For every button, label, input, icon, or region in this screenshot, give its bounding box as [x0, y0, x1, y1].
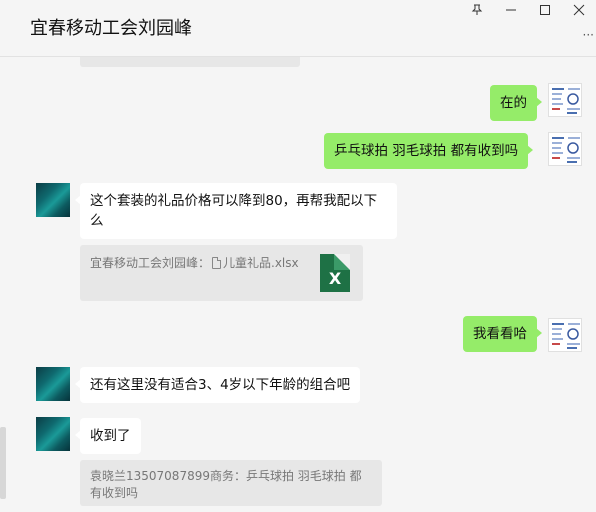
- scrollbar[interactable]: [0, 427, 6, 499]
- document-icon: [212, 257, 222, 269]
- quoted-text-message[interactable]: 袁晓兰13507087899商务：乒乓球拍 羽毛球拍 都有收到吗: [80, 460, 382, 506]
- pin-icon[interactable]: [460, 0, 494, 20]
- quote-sender: 宜春移动工会刘园峰：: [90, 256, 211, 270]
- chat-header: 宜春移动工会刘园峰 ···: [0, 0, 596, 57]
- message-bubble-sent[interactable]: 乒乓球拍 羽毛球拍 都有收到吗: [324, 133, 534, 169]
- message-list[interactable]: 在的 乒乓球拍 羽毛球拍 都有收到吗 这个套装的礼品价格可以降到80，再帮我配以…: [0, 57, 596, 512]
- chat-title: 宜春移动工会刘园峰: [30, 18, 192, 39]
- more-icon[interactable]: ···: [583, 29, 594, 41]
- my-avatar[interactable]: [548, 83, 582, 117]
- my-avatar[interactable]: [548, 132, 582, 166]
- quote-file-name: 儿童礼品.xlsx: [223, 256, 299, 270]
- message-bubble-received[interactable]: 收到了: [75, 418, 141, 454]
- maximize-icon[interactable]: [528, 0, 562, 20]
- clipped-quote: [80, 57, 300, 67]
- my-avatar[interactable]: [548, 318, 582, 352]
- contact-avatar[interactable]: [36, 417, 70, 451]
- message-bubble-received[interactable]: 还有这里没有适合3、4岁以下年龄的组合吧: [74, 367, 361, 403]
- excel-file-icon[interactable]: X: [320, 254, 350, 292]
- contact-avatar[interactable]: [36, 367, 70, 401]
- minimize-icon[interactable]: [494, 0, 528, 20]
- message-bubble-sent[interactable]: 在的: [490, 85, 542, 121]
- message-bubble-received[interactable]: 这个套装的礼品价格可以降到80，再帮我配以下么: [75, 183, 397, 239]
- close-icon[interactable]: [562, 0, 596, 20]
- message-bubble-sent[interactable]: 我看看哈: [463, 316, 542, 352]
- contact-avatar[interactable]: [36, 183, 70, 217]
